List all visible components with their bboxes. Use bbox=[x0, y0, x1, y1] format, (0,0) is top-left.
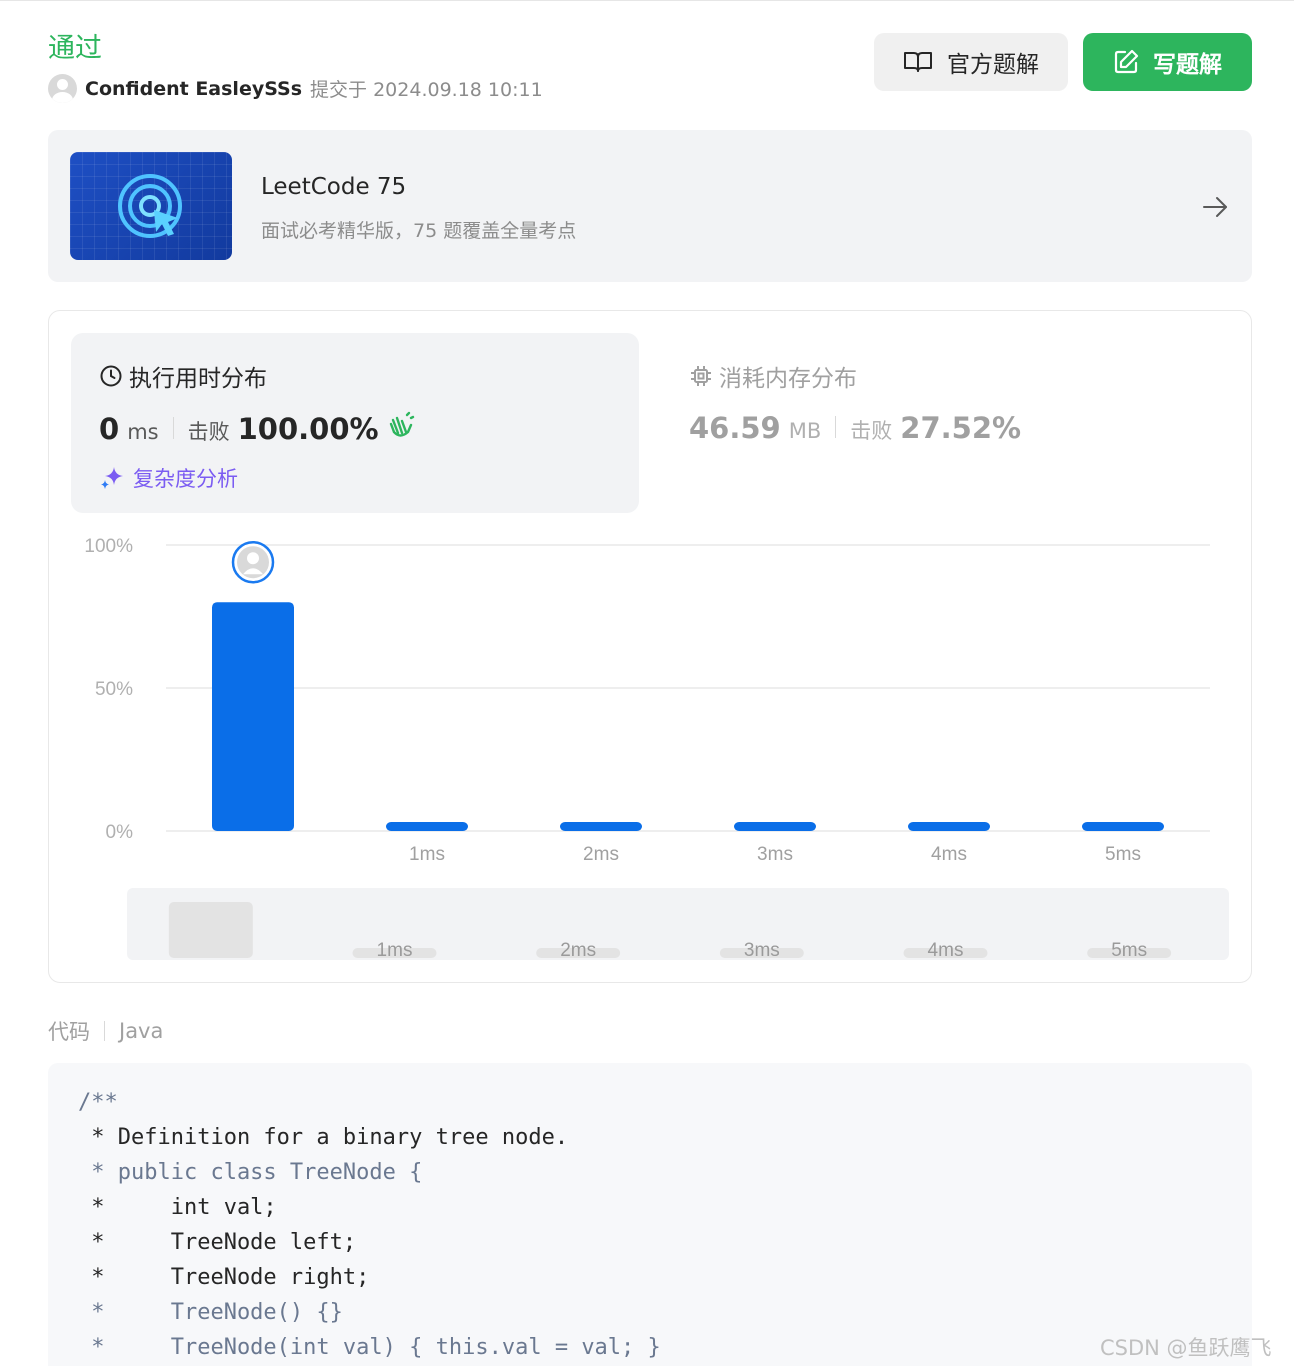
runtime-value: 0 bbox=[99, 412, 120, 446]
submission-meta: Confident EasleySSs 提交于 2024.09.18 10:11 bbox=[48, 74, 543, 103]
code-line: * public class TreeNode { bbox=[78, 1160, 423, 1185]
complexity-label: 复杂度分析 bbox=[133, 467, 238, 491]
runtime-unit: ms bbox=[127, 420, 159, 444]
edit-icon bbox=[1113, 49, 1139, 75]
official-solution-label: 官方题解 bbox=[947, 52, 1039, 78]
username-link[interactable]: Confident EasleySSs bbox=[85, 78, 302, 100]
memory-heading[interactable]: 消耗内存分布 bbox=[689, 359, 857, 393]
code-line: * Definition for a binary tree node. bbox=[78, 1125, 569, 1150]
submitted-time: 提交于 2024.09.18 10:11 bbox=[310, 79, 543, 101]
navigator-tick-label: 2ms bbox=[560, 940, 596, 961]
official-solution-button[interactable]: 官方题解 bbox=[874, 33, 1068, 91]
code-content: /** * Definition for a binary tree node.… bbox=[78, 1085, 661, 1365]
memory-beat-value: 27.52% bbox=[900, 411, 1022, 445]
user-avatar[interactable] bbox=[48, 74, 77, 103]
runtime-stats: 0 ms 击败 100.00% bbox=[99, 411, 415, 446]
code-label: 代码 bbox=[48, 1020, 90, 1044]
y-tick-label: 50% bbox=[95, 679, 133, 700]
chart-bar bbox=[560, 822, 642, 831]
chip-icon bbox=[689, 364, 713, 388]
clap-icon bbox=[387, 411, 415, 439]
code-line: * TreeNode left; bbox=[78, 1230, 357, 1255]
runtime-heading-text: 执行用时分布 bbox=[129, 366, 267, 392]
memory-heading-text: 消耗内存分布 bbox=[719, 366, 857, 392]
chart-bar bbox=[212, 602, 294, 831]
runtime-card[interactable]: 执行用时分布 0 ms 击败 100.00% 复杂度分析 bbox=[71, 333, 639, 513]
code-line: * TreeNode(int val) { this.val = val; } bbox=[78, 1335, 661, 1360]
memory-beat-label: 击败 bbox=[850, 419, 893, 443]
code-block[interactable]: /** * Definition for a binary tree node.… bbox=[48, 1063, 1252, 1366]
runtime-heading: 执行用时分布 bbox=[99, 359, 267, 393]
code-language: Java bbox=[119, 1019, 164, 1043]
write-solution-button[interactable]: 写题解 bbox=[1083, 33, 1252, 91]
clock-icon bbox=[99, 364, 123, 388]
banner-title: LeetCode 75 bbox=[261, 174, 407, 200]
x-tick-label: 1ms bbox=[409, 844, 445, 865]
watermark: CSDN @鱼跃鹰飞 bbox=[1100, 1336, 1272, 1360]
complexity-analysis-link[interactable]: 复杂度分析 bbox=[99, 463, 238, 493]
runtime-beat-value: 100.00% bbox=[237, 412, 379, 446]
x-tick-label: 5ms bbox=[1105, 844, 1141, 865]
top-divider bbox=[0, 0, 1294, 1]
y-tick-label: 0% bbox=[106, 822, 134, 843]
divider bbox=[172, 417, 174, 439]
memory-value: 46.59 bbox=[689, 411, 781, 445]
runtime-distribution-chart[interactable]: 100% 50% 0% 1ms 2ms 3ms 4ms 5ms 1ms 2ms 3ms 4ms 5ms bbox=[49, 521, 1251, 981]
navigator-tick-label: 4ms bbox=[928, 940, 964, 961]
chart-bar bbox=[734, 822, 816, 831]
memory-stats[interactable]: 46.59 MB 击败 27.52% bbox=[689, 411, 1021, 445]
arrow-right-icon[interactable] bbox=[1200, 192, 1230, 226]
target-logo-image bbox=[70, 152, 232, 260]
performance-panel: 执行用时分布 0 ms 击败 100.00% 复杂度分析 消耗内存分布 46.5… bbox=[48, 310, 1252, 983]
divider bbox=[835, 416, 837, 438]
chart-bar bbox=[1082, 822, 1164, 831]
memory-unit: MB bbox=[788, 419, 822, 443]
y-tick-label: 100% bbox=[84, 536, 133, 557]
navigator-tick-label: 1ms bbox=[377, 940, 413, 961]
navigator-bar bbox=[168, 902, 253, 958]
leetcode75-banner[interactable]: LeetCode 75 面试必考精华版，75 题覆盖全量考点 bbox=[48, 130, 1252, 282]
code-line: * int val; bbox=[78, 1195, 277, 1220]
code-line: /** bbox=[78, 1090, 118, 1115]
book-open-icon bbox=[903, 50, 933, 74]
range-navigator bbox=[127, 888, 1229, 960]
navigator-tick-label: 5ms bbox=[1111, 940, 1147, 961]
code-line: * TreeNode right; bbox=[78, 1265, 370, 1290]
code-header: 代码 Java bbox=[48, 1016, 163, 1046]
x-tick-label: 3ms bbox=[757, 844, 793, 865]
x-tick-label: 4ms bbox=[931, 844, 967, 865]
runtime-beat-label: 击败 bbox=[187, 420, 230, 444]
chart-bar bbox=[908, 822, 990, 831]
code-line: * TreeNode() {} bbox=[78, 1300, 343, 1325]
navigator-tick-label: 3ms bbox=[744, 940, 780, 961]
submission-status: 通过 bbox=[48, 33, 102, 64]
chart-bar bbox=[386, 822, 468, 831]
marker-avatar-head bbox=[247, 552, 259, 565]
divider bbox=[104, 1021, 105, 1041]
banner-subtitle: 面试必考精华版，75 题覆盖全量考点 bbox=[261, 220, 577, 242]
x-tick-label: 2ms bbox=[583, 844, 619, 865]
sparkle-icon bbox=[99, 465, 125, 491]
write-solution-label: 写题解 bbox=[1153, 52, 1222, 78]
